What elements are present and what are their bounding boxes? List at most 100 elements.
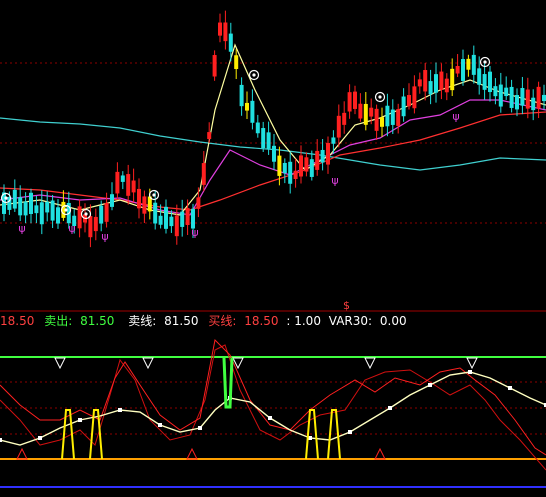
candle-body xyxy=(493,86,498,97)
candle-body xyxy=(158,215,163,225)
candle-body xyxy=(342,112,347,125)
candle-body xyxy=(93,216,98,232)
candle-body xyxy=(434,74,438,93)
buy-line-value: 18.50 xyxy=(244,314,279,328)
candle-body xyxy=(498,84,503,107)
candle-body xyxy=(293,170,298,179)
buy-value-tail: 18.50 xyxy=(0,314,35,328)
candle-body xyxy=(309,159,314,177)
candle-body xyxy=(99,205,104,224)
candle-body xyxy=(12,189,17,209)
oscillator-dot xyxy=(268,416,272,420)
candle-body xyxy=(461,59,465,81)
candle-body xyxy=(164,206,168,229)
candle-body xyxy=(239,84,244,107)
candle-body xyxy=(56,207,60,224)
candle-body xyxy=(347,92,352,112)
candle-body xyxy=(131,180,136,193)
candle-body xyxy=(120,175,125,182)
oscillator-dot xyxy=(198,426,202,430)
sell-triangle-icon xyxy=(466,357,478,370)
sell-line-value: 81.50 xyxy=(164,314,199,328)
candle-body xyxy=(542,94,546,102)
stock-chart-canvas[interactable]: ψ ψ ψ ψ ψ ψ xyxy=(0,0,546,497)
candle-body xyxy=(326,142,330,165)
sell-signal-dot xyxy=(152,193,156,197)
candle-body xyxy=(380,117,384,127)
candle-body xyxy=(374,108,379,131)
candle-body xyxy=(299,155,303,177)
sell-label: 卖出: xyxy=(44,314,73,328)
buy-signal-icon: ψ xyxy=(18,222,25,235)
candle-body xyxy=(282,162,287,174)
candle-body xyxy=(401,96,406,117)
candle-body xyxy=(223,22,228,42)
candle-body xyxy=(142,196,147,214)
oscillator-dot xyxy=(158,423,162,427)
candle-body xyxy=(255,122,260,134)
candle-body xyxy=(234,55,239,70)
candle-body xyxy=(88,216,93,238)
oscillator-dot xyxy=(388,406,392,410)
candle-body xyxy=(369,107,374,117)
oscillator-dot xyxy=(428,383,432,387)
sell-signal-dot xyxy=(252,73,256,77)
sell-value: 81.50 xyxy=(80,314,115,328)
candle-body xyxy=(39,202,44,225)
candle-body xyxy=(228,33,233,52)
candle-body xyxy=(304,157,309,172)
candle-body xyxy=(504,87,509,97)
oscillator-dot xyxy=(78,418,82,422)
main-panel-grid xyxy=(0,62,546,312)
candle-body xyxy=(50,200,55,221)
candle-body xyxy=(520,88,525,106)
candle-body xyxy=(455,66,460,74)
candle-body xyxy=(34,205,39,214)
sell-triangle-icon xyxy=(54,357,66,370)
candle-body xyxy=(104,202,109,222)
buy-signal-icon: ψ xyxy=(68,222,75,235)
candle-body xyxy=(353,91,357,109)
candle-body xyxy=(412,86,417,109)
candle-body xyxy=(77,206,82,229)
buy-spike xyxy=(61,409,75,460)
sell-line-label: 卖线: xyxy=(128,314,157,328)
oscillator-dot xyxy=(508,386,512,390)
candle-body xyxy=(471,54,476,75)
candle-body xyxy=(137,188,141,209)
candle-body xyxy=(385,105,390,127)
candle-body xyxy=(207,132,212,139)
oscillator-dot xyxy=(0,438,2,442)
candle-body xyxy=(266,132,271,149)
candle-body xyxy=(531,97,536,111)
candle-body xyxy=(444,78,449,93)
candle-body xyxy=(277,155,282,176)
candle-body xyxy=(450,68,455,91)
candle-body xyxy=(288,161,293,184)
candle-body xyxy=(250,100,255,123)
candle-body xyxy=(407,95,411,107)
candle-body xyxy=(482,74,487,90)
candle-body xyxy=(201,163,206,185)
sell-signal-dot xyxy=(483,60,487,64)
buy-signal-icon: ψ xyxy=(101,230,108,243)
panel-divider-marker: $ xyxy=(343,299,350,312)
sell-triangle-icon xyxy=(364,357,376,370)
buy-spike xyxy=(327,409,341,460)
candle-body xyxy=(536,86,541,109)
buy-triangle-icon xyxy=(186,447,198,460)
candle-body xyxy=(212,55,217,77)
oscillator-dot xyxy=(118,408,122,412)
candle-body xyxy=(23,201,28,216)
sell-signal-dot xyxy=(4,196,8,200)
candle-body xyxy=(331,137,336,144)
candle-body xyxy=(315,150,320,170)
buy-triangle-icon xyxy=(374,447,386,460)
candle-body xyxy=(358,103,363,119)
candle-body xyxy=(185,208,190,226)
buy-signal-icon: ψ xyxy=(452,110,459,123)
var30-value: 0.00 xyxy=(379,314,407,328)
oscillator-dot xyxy=(468,370,472,374)
sell-signal-dot xyxy=(64,208,68,212)
candle-body xyxy=(363,103,368,125)
